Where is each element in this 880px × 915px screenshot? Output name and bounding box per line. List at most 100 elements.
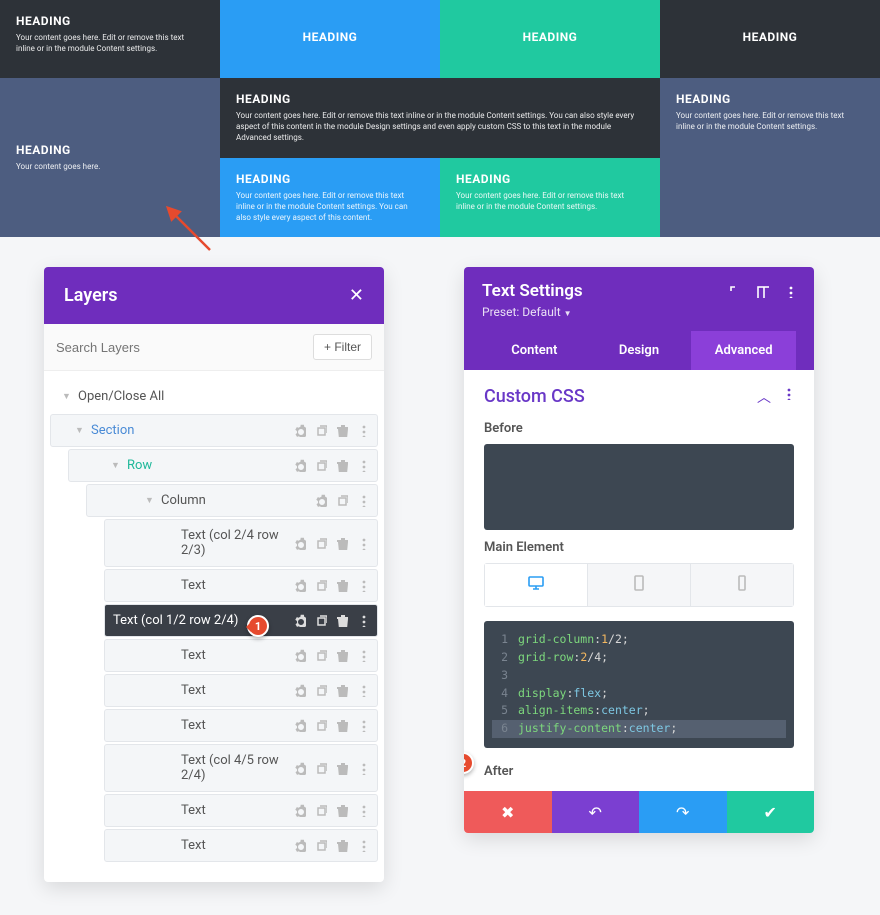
tree-text-item[interactable]: Text (col 2/4 row 2/3): [104, 519, 378, 567]
grid-cell[interactable]: HEADINGYour content goes here. Edit or r…: [220, 158, 440, 238]
gear-icon[interactable]: [293, 804, 306, 817]
tab-design[interactable]: Design: [587, 331, 692, 370]
tree-text-item[interactable]: Text: [104, 674, 378, 707]
dots-icon[interactable]: [356, 459, 369, 472]
search-input[interactable]: [56, 340, 313, 355]
tree-label: Open/Close All: [78, 389, 370, 404]
duplicate-icon[interactable]: [314, 614, 327, 627]
tree-text-item[interactable]: Text: [104, 794, 378, 827]
tree-text-item[interactable]: Text: [104, 639, 378, 672]
dots-icon[interactable]: [356, 804, 369, 817]
gear-icon[interactable]: [293, 614, 306, 627]
gear-icon[interactable]: [293, 839, 306, 852]
settings-panel: Text Settings Preset: Default ▼ Content …: [464, 267, 814, 833]
code-token: ;: [601, 685, 608, 703]
tree-label: Text: [181, 683, 293, 698]
grid-cell[interactable]: HEADINGYour content goes here.: [0, 78, 220, 237]
save-button[interactable]: ✔: [727, 791, 815, 833]
duplicate-icon[interactable]: [314, 804, 327, 817]
duplicate-icon[interactable]: [314, 684, 327, 697]
dots-icon[interactable]: [356, 424, 369, 437]
close-icon[interactable]: ✕: [349, 285, 364, 306]
chevron-up-icon[interactable]: ︿: [757, 387, 771, 407]
tree-text-item[interactable]: Text (col 4/5 row 2/4): [104, 744, 378, 792]
duplicate-icon[interactable]: [314, 719, 327, 732]
filter-button[interactable]: + Filter: [313, 334, 372, 360]
gear-icon[interactable]: [293, 684, 306, 697]
device-tablet[interactable]: [588, 564, 691, 606]
grid-cell[interactable]: HEADING: [660, 0, 880, 78]
grid-cell[interactable]: HEADINGYour content goes here. Edit or r…: [440, 158, 660, 238]
chevron-down-icon: ▼: [75, 425, 85, 436]
duplicate-icon[interactable]: [314, 537, 327, 550]
trash-icon[interactable]: [335, 424, 348, 437]
device-desktop[interactable]: [485, 564, 588, 606]
tree-column[interactable]: ▼Column: [86, 484, 378, 517]
trash-icon[interactable]: [335, 537, 348, 550]
preset-label[interactable]: Preset: Default ▼: [482, 305, 796, 319]
tree-text-item[interactable]: Text: [104, 829, 378, 862]
trash-icon[interactable]: [335, 719, 348, 732]
tree-section[interactable]: ▼Section: [50, 414, 378, 447]
duplicate-icon[interactable]: [314, 839, 327, 852]
gear-icon[interactable]: [293, 762, 306, 775]
gear-icon[interactable]: [293, 459, 306, 472]
redo-icon: ↷: [676, 803, 689, 822]
grid-cell[interactable]: HEADINGYour content goes here. Edit or r…: [660, 78, 880, 237]
duplicate-icon[interactable]: [314, 424, 327, 437]
main-css-editor[interactable]: 1grid-column: 1/2; 2grid-row: 2/4; 3 4di…: [484, 621, 794, 748]
trash-icon[interactable]: [335, 614, 348, 627]
duplicate-icon[interactable]: [314, 762, 327, 775]
open-close-all[interactable]: ▼Open/Close All: [50, 381, 378, 412]
dots-icon[interactable]: [356, 719, 369, 732]
trash-icon[interactable]: [335, 649, 348, 662]
gear-icon[interactable]: [293, 719, 306, 732]
trash-icon[interactable]: [335, 459, 348, 472]
dots-icon[interactable]: [356, 614, 369, 627]
gear-icon[interactable]: [293, 424, 306, 437]
trash-icon[interactable]: [335, 579, 348, 592]
undo-button[interactable]: ↶: [552, 791, 640, 833]
tree-row[interactable]: ▼Row: [68, 449, 378, 482]
duplicate-icon[interactable]: [314, 579, 327, 592]
dots-icon[interactable]: [356, 649, 369, 662]
grid-cell[interactable]: HEADINGYour content goes here. Edit or r…: [0, 0, 220, 78]
duplicate-icon[interactable]: [314, 459, 327, 472]
dots-icon[interactable]: [356, 537, 369, 550]
desktop-icon: [528, 575, 544, 591]
dots-icon[interactable]: [356, 839, 369, 852]
duplicate-icon[interactable]: [314, 649, 327, 662]
grid-cell[interactable]: HEADINGYour content goes here. Edit or r…: [220, 78, 660, 158]
dots-icon[interactable]: [356, 494, 369, 507]
tree-text-item-selected[interactable]: Text (col 1/2 row 2/4): [104, 604, 378, 637]
grid-cell[interactable]: HEADING: [220, 0, 440, 78]
tree-text-item[interactable]: Text: [104, 569, 378, 602]
gear-icon[interactable]: [293, 537, 306, 550]
cell-heading: HEADING: [456, 30, 644, 44]
tab-advanced[interactable]: Advanced: [691, 331, 796, 370]
dots-icon[interactable]: [356, 762, 369, 775]
cancel-button[interactable]: ✖: [464, 791, 552, 833]
device-phone[interactable]: [691, 564, 793, 606]
trash-icon[interactable]: [335, 804, 348, 817]
grid-cell[interactable]: HEADING: [440, 0, 660, 78]
trash-icon[interactable]: [335, 762, 348, 775]
tree-text-item[interactable]: Text: [104, 709, 378, 742]
redo-button[interactable]: ↷: [639, 791, 727, 833]
gear-icon[interactable]: [314, 494, 327, 507]
code-token: justify-content: [518, 720, 622, 738]
dots-icon[interactable]: [356, 684, 369, 697]
dots-icon[interactable]: [356, 579, 369, 592]
expand-icon[interactable]: [729, 285, 742, 298]
gear-icon[interactable]: [293, 579, 306, 592]
trash-icon[interactable]: [335, 684, 348, 697]
dots-icon[interactable]: [781, 387, 794, 400]
gear-icon[interactable]: [293, 649, 306, 662]
dots-icon[interactable]: [783, 285, 796, 298]
line-number: 2: [492, 649, 508, 667]
grid-icon[interactable]: [756, 285, 769, 298]
duplicate-icon[interactable]: [335, 494, 348, 507]
trash-icon[interactable]: [335, 839, 348, 852]
tab-content[interactable]: Content: [482, 331, 587, 370]
before-editor[interactable]: [484, 444, 794, 530]
